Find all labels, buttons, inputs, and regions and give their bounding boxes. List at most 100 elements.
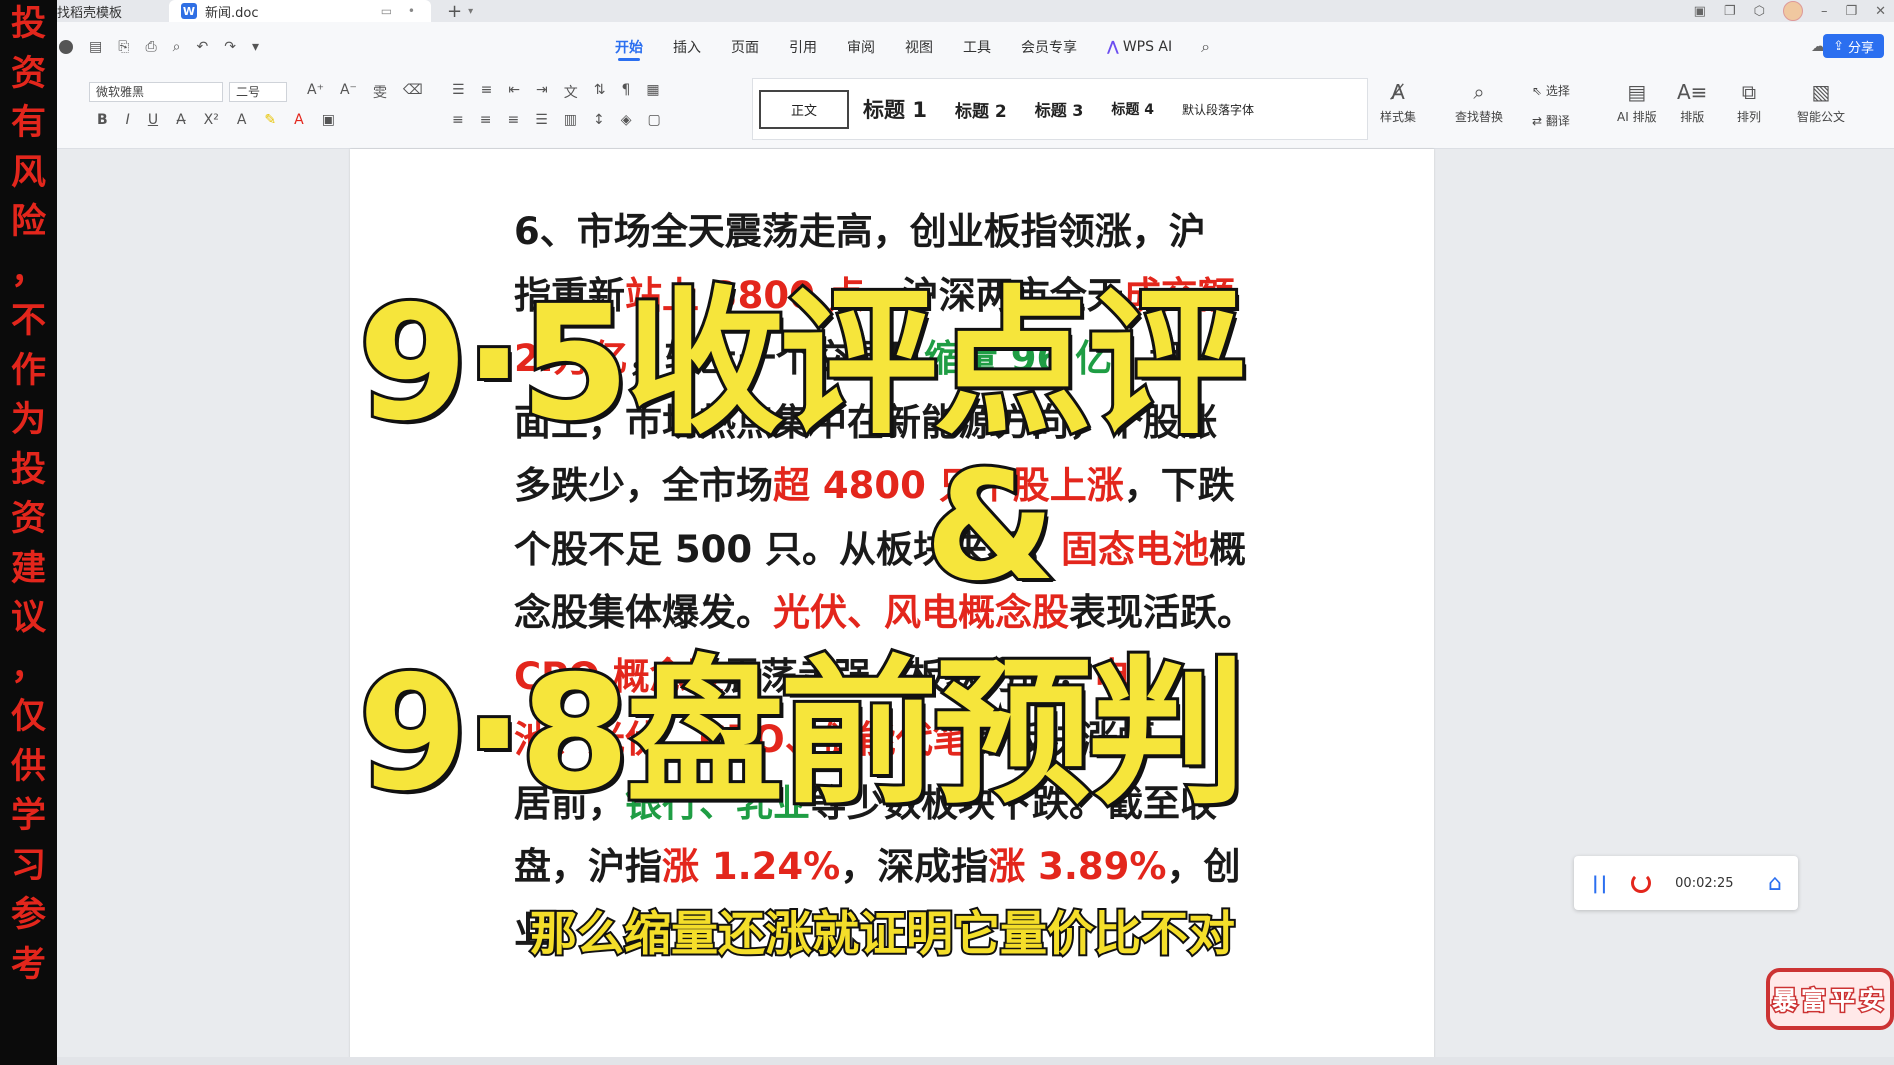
underline-icon[interactable]: U [148,112,158,128]
align-left-icon[interactable]: ≡ [452,112,464,128]
menu-tab[interactable]: 会员专享 [1006,22,1092,72]
translate-button[interactable]: ⇄ 翻译 [1532,112,1570,129]
decrease-font-icon[interactable]: A⁻ [340,82,357,102]
justify-icon[interactable]: ☰ [535,112,548,128]
menu-tab[interactable]: ⋀ WPS AI [1092,22,1187,72]
lucky-sticker: 暴富平安 [1766,968,1894,1030]
tab-find-template[interactable]: 找稻壳模板 [57,2,169,21]
numbered-list-icon[interactable]: ≡ [481,82,493,102]
smart-doc-icon: ▧ [1811,80,1831,104]
bold-icon[interactable]: B [97,112,108,128]
undo-icon[interactable]: ↶ [196,39,208,55]
video-subtitle: 那么缩量还涨就证明它量价比不对 [528,905,1237,964]
home-icon[interactable]: ⌂ [1768,871,1782,896]
tab-document[interactable]: W 新闻.doc ▭ • [169,0,431,22]
multi-window-icon[interactable]: ❐ [1724,4,1736,19]
avatar[interactable] [1782,1,1803,21]
table-icon[interactable]: ▦ [646,82,659,102]
warning-char: 学 [10,796,46,836]
font-name-select[interactable]: 微软雅黑 [89,82,223,102]
show-marks-icon[interactable]: ¶ [622,82,631,102]
menu-tab[interactable]: 页面 [716,22,774,72]
warning-char: 习 [10,845,46,886]
menu-tab[interactable]: 开始 [600,22,658,72]
outdent-icon[interactable]: ⇤ [508,82,520,102]
style-option[interactable]: 正文 [759,89,850,129]
phonetic-icon[interactable]: 雯 [373,82,387,102]
text-run: ，深成指 [840,845,989,888]
search-icon[interactable]: ⌕ [1187,37,1224,57]
arrange-button[interactable]: ⧉ 排列 [1737,80,1761,125]
text-effect-icon[interactable]: A [237,112,247,128]
stop-recording-icon[interactable] [1631,873,1652,893]
style-set-button[interactable]: A̸ 样式集 [1380,80,1416,125]
align-right-icon[interactable]: ≡ [507,112,519,128]
menu-tab[interactable]: 插入 [658,22,716,72]
restore-icon[interactable]: ❐ [1845,4,1857,19]
share-icon: ⇪ [1833,38,1844,54]
minimize-icon[interactable]: – [1821,4,1828,19]
skin-icon[interactable]: ▣ [1694,4,1706,19]
style-option[interactable]: 标题 4 [1097,99,1168,119]
bullet-list-icon[interactable]: ☰ [452,82,465,102]
line-spacing-icon[interactable]: ↕ [593,112,605,128]
warning-char: 议 [10,598,46,638]
chinese-layout-icon[interactable]: 文 [564,82,578,102]
tab-controls-icon[interactable]: ▭ • [381,4,421,18]
share-button[interactable]: ⇪ 分享 [1823,34,1884,58]
find-replace-button[interactable]: ⌕ 查找替换 [1455,80,1503,125]
close-icon[interactable]: ✕ [1875,4,1886,19]
print-preview-icon[interactable]: ⌕ [173,39,181,55]
screen-recorder-widget: || 00:02:25 ⌂ [1574,856,1798,910]
chevron-down-icon[interactable]: ▾ [468,6,473,17]
shading-icon[interactable]: ◈ [621,112,632,128]
font-size-select[interactable]: 二号 [229,82,287,102]
document-line: 个股不足 500 只。从板块来看，固态电池概 [514,518,1276,582]
sort-icon[interactable]: ⇅ [594,82,606,102]
warning-char: 不 [10,301,46,341]
document-line: 盘，沪指涨 1.24%，深成指涨 3.89%，创 [514,835,1276,899]
indent-icon[interactable]: ⇥ [536,82,548,102]
text-run: 涨 1.24% [662,845,841,888]
style-option[interactable]: 标题 2 [941,97,1021,122]
menu-tab[interactable]: 引用 [774,22,832,72]
increase-font-icon[interactable]: A⁺ [307,82,324,102]
ribbon-toolbar: 微软雅黑 二号 A⁺ A⁻ 雯 ⌫ B I U A̶ X² A ✎ A ▣ ☰ … [57,72,1894,149]
strikethrough-icon[interactable]: A̶ [176,112,186,128]
overlay-ampersand: & [922,437,1059,617]
style-option[interactable]: 标题 3 [1021,97,1098,121]
eraser-icon[interactable]: ⌫ [403,82,423,102]
export-icon[interactable]: ⎘ [118,39,129,55]
print-icon[interactable]: ⎙ [145,39,156,55]
cube-icon[interactable]: ⬡ [1754,4,1765,19]
save-icon[interactable]: ▤ [89,39,102,55]
menu-tab[interactable]: 工具 [948,22,1006,72]
layout-button[interactable]: A≡ 排版 [1677,80,1707,125]
chevron-down-icon[interactable]: ▾ [252,39,259,55]
align-center-icon[interactable]: ≡ [480,112,492,128]
smart-doc-button[interactable]: ▧ 智能公文 [1797,80,1845,125]
highlight-icon[interactable]: ✎ [264,112,276,128]
arrange-icon: ⧉ [1741,80,1757,104]
redo-icon[interactable]: ↷ [224,39,236,55]
ai-layout-button[interactable]: ▤ AI 排版 [1617,80,1657,125]
border-icon[interactable]: ▢ [648,112,661,128]
style-option[interactable]: 默认段落字体 [1168,101,1268,118]
distribute-icon[interactable]: ▥ [564,112,577,128]
italic-icon[interactable]: I [126,112,130,128]
select-button[interactable]: ⇖ 选择 [1532,82,1570,99]
warning-char: 仅 [10,697,46,737]
recording-timer: 00:02:25 [1675,875,1734,891]
warning-char: ， [10,647,46,688]
superscript-icon[interactable]: X² [204,112,219,128]
document-tab-label: 新闻.doc [205,5,259,21]
new-tab-icon[interactable]: + [447,1,462,22]
menu-tab[interactable]: 审阅 [832,22,890,72]
pause-icon[interactable]: || [1592,873,1609,894]
menu-tab[interactable]: 视图 [890,22,948,72]
window-controls: ▣ ❐ ⬡ – ❐ ✕ [1694,0,1886,22]
font-color-icon[interactable]: A [294,112,304,128]
menu-circle-icon[interactable] [59,40,73,54]
style-option[interactable]: 标题 1 [849,94,941,124]
char-shading-icon[interactable]: ▣ [322,112,335,128]
